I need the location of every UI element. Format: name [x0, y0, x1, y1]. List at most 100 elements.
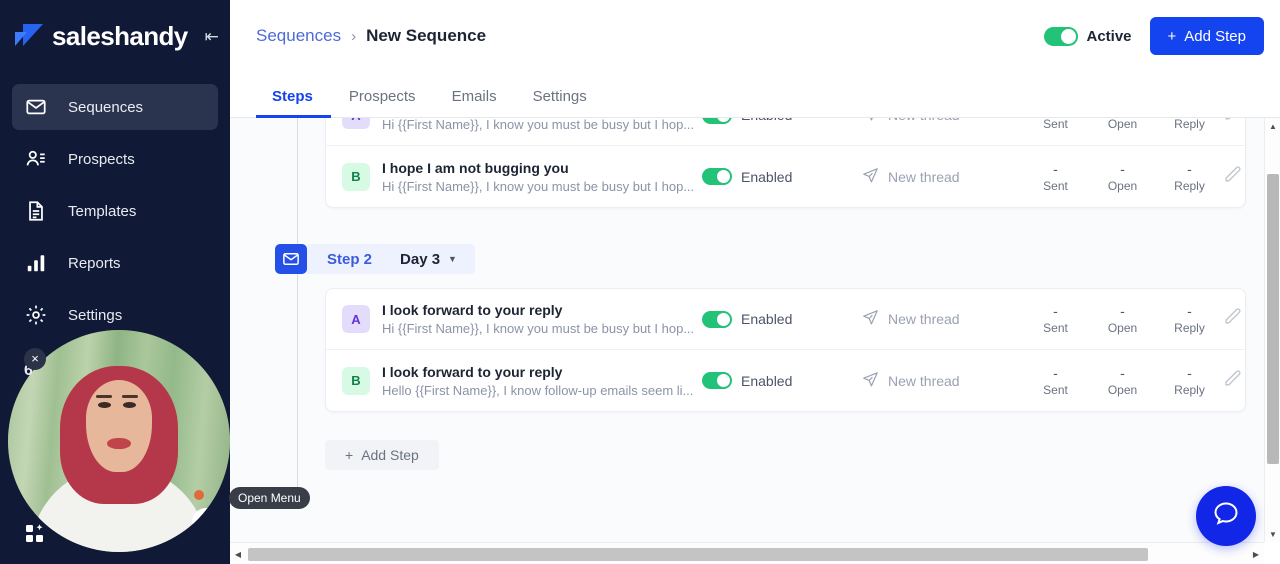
variant-row[interactable]: B I look forward to your reply Hello {{F… — [326, 350, 1245, 411]
variant-row[interactable]: A I look forward to your reply Hi {{Firs… — [326, 289, 1245, 350]
sidebar-item-templates[interactable]: Templates — [12, 188, 218, 234]
scroll-up-icon[interactable]: ▲ — [1265, 118, 1280, 134]
scroll-right-icon[interactable]: ▶ — [1248, 543, 1264, 564]
close-video-bubble-button[interactable]: × — [24, 348, 46, 370]
stat-open: - Open — [1089, 303, 1156, 335]
stat-label: Reply — [1174, 118, 1205, 131]
tab-prospects[interactable]: Prospects — [331, 88, 434, 117]
variant-thread-label: New thread — [888, 311, 960, 327]
stat-label: Reply — [1174, 321, 1205, 335]
variant-enabled-group: Enabled — [702, 168, 862, 185]
variant-enabled-toggle[interactable] — [702, 372, 732, 389]
steps-list: A I hope I am not bugging you Hi {{First… — [230, 118, 1264, 470]
edit-pencil-icon[interactable] — [1223, 369, 1245, 393]
plus-icon: + — [345, 447, 354, 463]
tab-bar: Steps Prospects Emails Settings — [230, 72, 1280, 118]
add-step-button[interactable]: + Add Step — [1149, 17, 1264, 55]
variant-row[interactable]: A I hope I am not bugging you Hi {{First… — [326, 118, 1245, 146]
stat-label: Sent — [1043, 382, 1068, 397]
open-menu-tooltip: Open Menu — [229, 487, 310, 509]
sidebar-item-label: Templates — [68, 202, 137, 220]
stat-sent: - Sent — [1022, 118, 1089, 131]
variant-preview: Hi {{First Name}}, I know you must be bu… — [382, 178, 695, 194]
horizontal-scrollbar[interactable]: ◀ ▶ — [230, 542, 1264, 564]
sequence-status-toggle-group: Active — [1044, 26, 1132, 46]
add-step-inline-button[interactable]: + Add Step — [325, 440, 439, 470]
stat-value: - — [1187, 303, 1192, 319]
edit-pencil-icon[interactable] — [1223, 307, 1245, 331]
tab-emails[interactable]: Emails — [434, 88, 515, 117]
chat-bubble-icon — [1211, 499, 1241, 534]
scroll-down-icon[interactable]: ▼ — [1265, 526, 1280, 542]
scroll-left-icon[interactable]: ◀ — [230, 543, 246, 564]
step-number-label: Step 2 — [327, 250, 373, 268]
stat-value: - — [1120, 303, 1125, 319]
variant-enabled-toggle[interactable] — [702, 168, 732, 185]
variant-thread-label: New thread — [888, 118, 960, 123]
variant-badge: A — [342, 305, 370, 333]
edit-pencil-icon[interactable] — [1223, 165, 1245, 189]
vertical-scroll-thumb[interactable] — [1267, 174, 1279, 464]
breadcrumb-sequences-link[interactable]: Sequences — [256, 26, 341, 46]
variant-enabled-group: Enabled — [702, 372, 862, 389]
stat-value: - — [1053, 160, 1058, 177]
sidebar-item-prospects[interactable]: Prospects — [12, 136, 218, 182]
breadcrumb: Sequences › New Sequence — [256, 26, 486, 46]
variant-subject: I look forward to your reply — [382, 363, 563, 380]
variant-badge: B — [342, 162, 370, 191]
help-chat-button[interactable] — [1196, 486, 1256, 546]
variant-enabled-group: Enabled — [702, 118, 862, 124]
collapse-sidebar-icon[interactable]: ⇤ — [202, 25, 222, 48]
variant-enabled-toggle[interactable] — [702, 310, 732, 328]
tab-settings[interactable]: Settings — [515, 88, 605, 117]
sidebar-item-sequences[interactable]: Sequences — [12, 84, 218, 130]
variant-thread: New thread — [862, 309, 1022, 329]
saleshandy-logo-icon — [14, 23, 44, 49]
sidebar-item-label: Prospects — [68, 150, 135, 168]
variant-enabled-label: Enabled — [741, 168, 793, 185]
edit-pencil-icon[interactable] — [1223, 118, 1245, 127]
step-day-label: Day 3 — [400, 250, 441, 268]
stat-label: Open — [1107, 382, 1138, 397]
horizontal-scroll-thumb[interactable] — [248, 548, 1148, 561]
variant-enabled-toggle[interactable] — [702, 118, 732, 124]
tab-steps[interactable]: Steps — [256, 88, 331, 118]
step-day-dropdown[interactable]: Day 3 ▼ — [400, 251, 457, 268]
stat-label: Sent — [1043, 178, 1068, 193]
envelope-icon — [24, 95, 48, 119]
stat-reply: - Reply — [1156, 365, 1223, 397]
page-title: New Sequence — [366, 26, 487, 45]
variant-text: I look forward to your reply Hello {{Fir… — [382, 364, 702, 398]
add-step-button-label: Add Step — [1184, 27, 1246, 45]
main-content: Sequences › New Sequence Active + Add St… — [230, 0, 1280, 564]
stat-open: - Open — [1089, 118, 1156, 131]
stat-value: - — [1053, 364, 1058, 381]
variant-subject: I hope I am not bugging you — [382, 159, 569, 176]
step-card: A I hope I am not bugging you Hi {{First… — [325, 118, 1246, 208]
variant-preview: Hi {{First Name}}, I know you must be bu… — [382, 321, 695, 336]
stat-value: - — [1120, 364, 1125, 381]
sidebar-item-reports[interactable]: Reports — [12, 240, 218, 286]
apps-grid-icon[interactable] — [24, 522, 48, 546]
stat-sent: - Sent — [1022, 303, 1089, 335]
sequence-active-toggle[interactable] — [1044, 26, 1079, 46]
variant-preview: Hello {{First Name}}, I know follow-up e… — [382, 382, 694, 398]
steps-canvas: A I hope I am not bugging you Hi {{First… — [230, 118, 1264, 542]
document-icon — [24, 199, 48, 223]
top-bar: Sequences › New Sequence Active + Add St… — [230, 0, 1280, 72]
variant-text: I look forward to your reply Hi {{First … — [382, 302, 702, 336]
video-person-head — [60, 366, 178, 516]
variant-preview: Hi {{First Name}}, I know you must be bu… — [382, 118, 695, 132]
vertical-scrollbar[interactable]: ▲ ▼ — [1264, 118, 1280, 542]
variant-thread: New thread — [862, 118, 1022, 125]
bar-chart-icon — [24, 251, 48, 275]
send-icon — [862, 167, 879, 187]
variant-text: I hope I am not bugging you Hi {{First N… — [382, 118, 702, 132]
stat-reply: - Reply — [1156, 118, 1223, 131]
variant-row[interactable]: B I hope I am not bugging you Hi {{First… — [326, 146, 1245, 207]
chevron-right-icon: › — [351, 27, 357, 45]
recording-indicator — [194, 490, 204, 500]
top-bar-actions: Active + Add Step — [1044, 17, 1264, 55]
video-more-options-button[interactable]: ••• — [192, 508, 220, 536]
send-icon — [862, 118, 879, 125]
